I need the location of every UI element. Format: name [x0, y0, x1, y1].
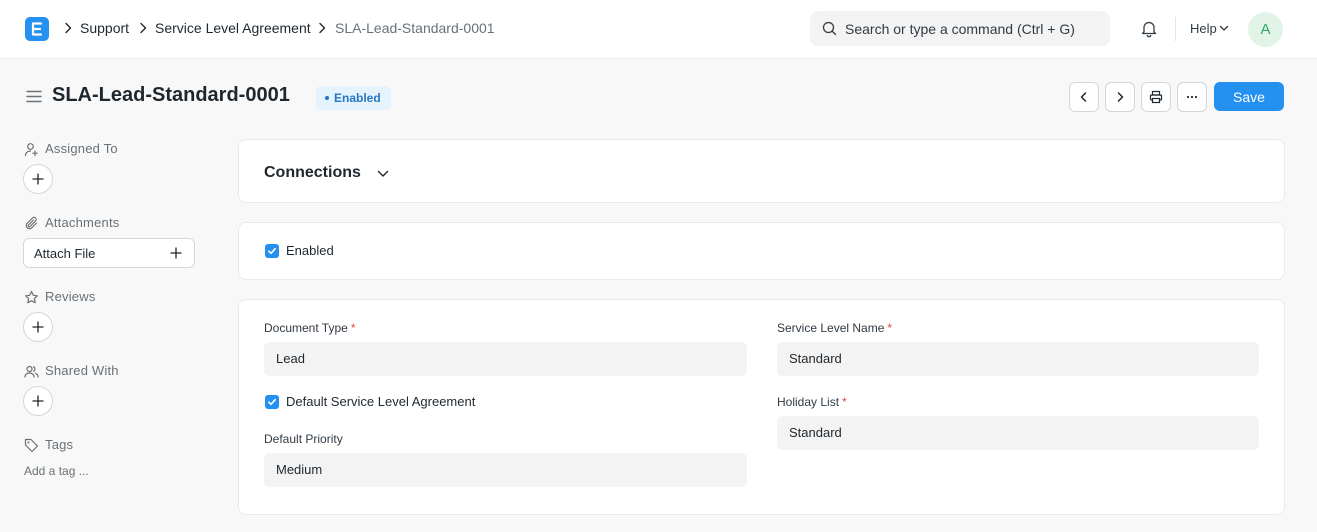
holiday-list-label: Holiday List * [777, 395, 847, 409]
add-tag-link[interactable]: Add a tag ... [24, 464, 89, 478]
document-type-label: Document Type * [264, 321, 356, 335]
document-type-label-text: Document Type [264, 321, 348, 335]
search-bar[interactable] [810, 11, 1110, 46]
search-icon [822, 21, 837, 36]
breadcrumb-current: SLA-Lead-Standard-0001 [335, 20, 495, 36]
plus-icon [32, 395, 44, 407]
enabled-card: Enabled [238, 222, 1285, 280]
chevron-left-icon [1080, 92, 1087, 102]
more-actions-button[interactable] [1177, 82, 1207, 112]
hamburger-icon[interactable] [26, 90, 42, 103]
attachments-label: Attachments [45, 215, 120, 230]
add-review-button[interactable] [23, 312, 53, 342]
navbar: Support Service Level Agreement SLA-Lead… [0, 0, 1317, 59]
page-title: SLA-Lead-Standard-0001 [52, 84, 290, 106]
status-text: Enabled [334, 91, 381, 105]
chevron-right-icon [140, 22, 147, 34]
default-priority-field[interactable]: Medium [264, 453, 747, 487]
required-marker: * [887, 321, 893, 335]
default-sla-label: Default Service Level Agreement [286, 394, 476, 409]
required-marker: * [350, 321, 356, 335]
status-badge: Enabled [316, 86, 391, 110]
document-type-field[interactable]: Lead [264, 342, 747, 376]
attach-file-button[interactable]: Attach File [23, 238, 195, 268]
help-menu[interactable]: Help [1190, 21, 1217, 36]
add-assignee-button[interactable] [23, 164, 53, 194]
app-logo-icon[interactable] [25, 17, 49, 41]
chevron-right-icon [65, 22, 72, 34]
service-level-name-label-text: Service Level Name [777, 321, 885, 335]
avatar[interactable]: A [1248, 12, 1283, 47]
connections-card: Connections [238, 139, 1285, 203]
assigned-to-label: Assigned To [45, 141, 118, 156]
chevron-down-icon[interactable] [377, 170, 389, 178]
required-marker: * [842, 395, 847, 409]
breadcrumb-service-level-agreement[interactable]: Service Level Agreement [155, 20, 311, 36]
default-priority-label: Default Priority [264, 432, 343, 446]
plus-icon [170, 247, 182, 259]
holiday-list-label-text: Holiday List [777, 395, 840, 409]
attach-file-label: Attach File [34, 246, 96, 261]
save-button[interactable]: Save [1214, 82, 1284, 111]
holiday-list-field[interactable]: Standard [777, 416, 1259, 450]
add-share-button[interactable] [23, 386, 53, 416]
tag-icon [24, 438, 39, 453]
next-doc-button[interactable] [1105, 82, 1135, 112]
enabled-checkbox[interactable] [265, 244, 279, 258]
chevron-right-icon [1117, 92, 1124, 102]
bell-icon[interactable] [1140, 19, 1158, 38]
previous-doc-button[interactable] [1069, 82, 1099, 112]
form-card: Document Type * Lead Default Service Leve… [238, 299, 1285, 515]
print-button[interactable] [1141, 82, 1171, 112]
navbar-divider [1175, 17, 1176, 41]
enabled-label: Enabled [286, 243, 334, 258]
users-icon [24, 365, 39, 378]
connections-title[interactable]: Connections [264, 164, 361, 182]
printer-icon [1149, 90, 1163, 104]
plus-icon [32, 321, 44, 333]
star-icon [25, 290, 38, 304]
check-icon [268, 247, 276, 255]
chevron-down-icon[interactable] [1219, 25, 1229, 32]
user-plus-icon [24, 143, 38, 157]
breadcrumb-support[interactable]: Support [80, 20, 129, 36]
paperclip-icon [25, 216, 38, 230]
plus-icon [32, 173, 44, 185]
status-dot [325, 95, 329, 100]
default-sla-checkbox[interactable] [265, 395, 279, 409]
tags-label: Tags [45, 437, 74, 452]
chevron-right-icon [319, 22, 326, 34]
reviews-label: Reviews [45, 289, 96, 304]
service-level-name-label: Service Level Name * [777, 321, 892, 335]
search-input[interactable] [845, 11, 1100, 46]
ellipsis-icon [1186, 95, 1198, 99]
check-icon [268, 398, 276, 406]
service-level-name-field[interactable]: Standard [777, 342, 1259, 376]
shared-with-label: Shared With [45, 363, 119, 378]
